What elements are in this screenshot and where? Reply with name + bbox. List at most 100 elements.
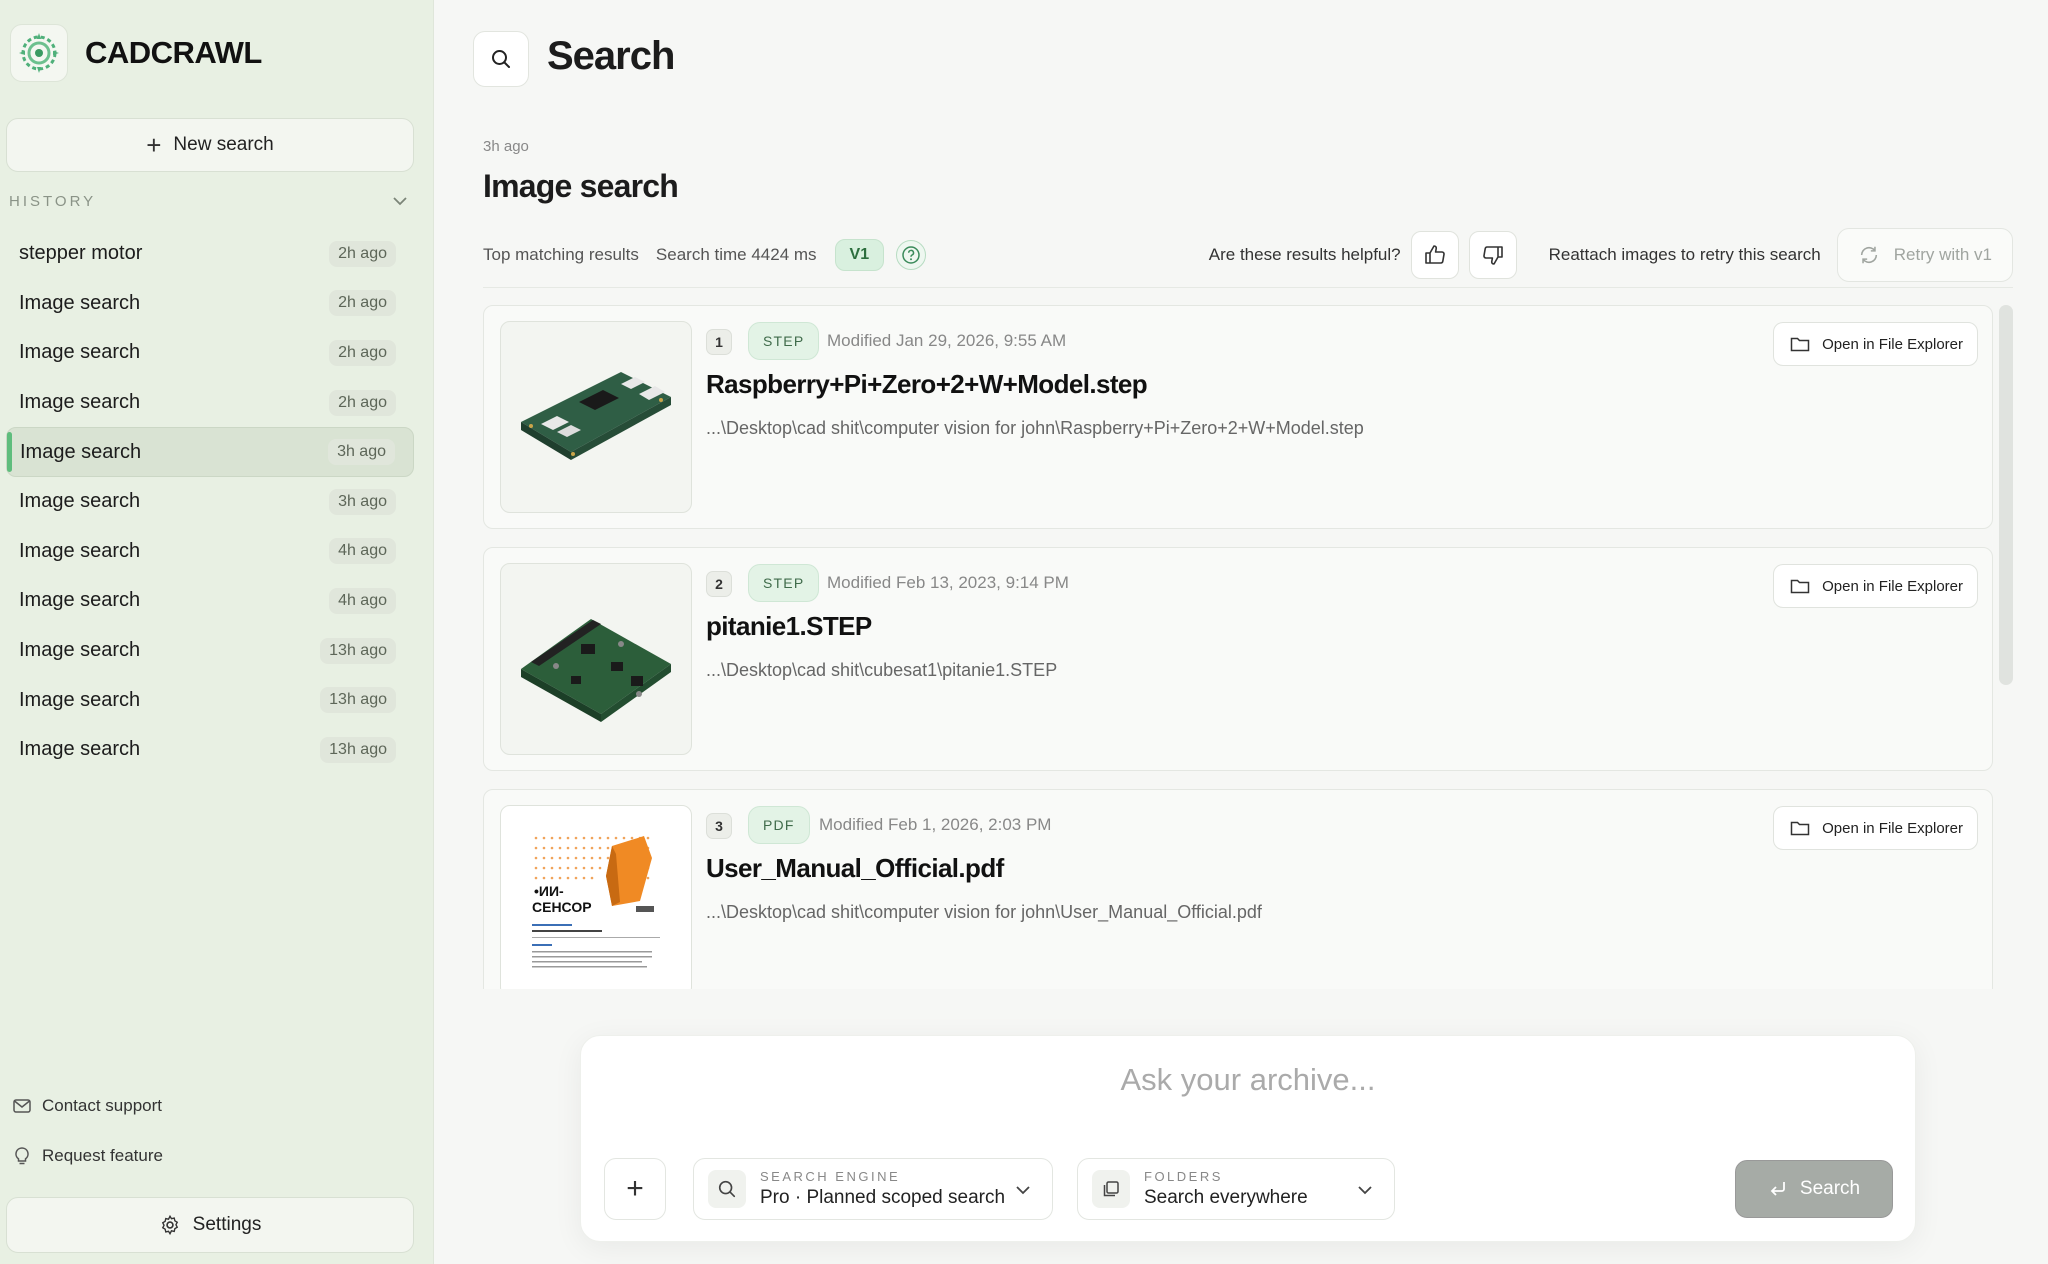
result-type-badge: PDF [748,806,810,844]
search-input[interactable] [581,1062,1915,1098]
brand[interactable]: CADCRAWL [10,24,262,82]
version-badge: V1 [834,239,885,271]
search-engine-text: SEARCH ENGINE Pro · Planned scoped searc… [760,1169,1005,1209]
folders-label: FOLDERS [1144,1169,1223,1184]
history-item[interactable]: Image search 13h ago [6,626,414,676]
history-item-label: Image search [19,589,141,612]
request-feature-label: Request feature [42,1146,163,1165]
history-item-time: 13h ago [320,637,396,664]
result-card[interactable]: •ИИ- СЕНСОР 3 PDF Modified Feb 1, 2026, … [483,789,1993,989]
result-rank: 2 [706,571,732,597]
open-in-explorer-label: Open in File Explorer [1822,577,1963,595]
plus-icon: + [146,129,162,160]
history-header[interactable]: HISTORY [9,192,409,210]
history-item[interactable]: Image search 13h ago [6,675,414,725]
help-button[interactable] [896,240,927,270]
history-item-time: 2h ago [329,240,396,267]
history-item-active[interactable]: Image search 3h ago [6,427,414,477]
search-icon [708,1170,746,1208]
history-item-time: 3h ago [328,439,395,466]
history-list: stepper motor 2h ago Image search 2h ago I… [6,229,414,775]
folder-icon [1790,579,1810,594]
history-item[interactable]: Image search 2h ago [6,328,414,378]
history-item-time: 13h ago [320,736,396,763]
result-type-badge: STEP [748,322,820,360]
app-name: CADCRAWL [85,35,262,70]
retry-label: Retry with v1 [1893,245,1992,264]
request-feature-link[interactable]: Request feature [12,1146,163,1166]
new-search-label: New search [173,134,274,155]
settings-button[interactable]: Settings [6,1197,414,1253]
results-scrollbar[interactable] [1999,305,2013,685]
history-item[interactable]: Image search 4h ago [6,576,414,626]
thumbs-down-icon [1482,246,1503,265]
divider [483,287,2013,288]
thumbnail-text: •ИИ- [534,883,564,899]
plus-icon: + [626,1172,644,1205]
open-in-explorer-button[interactable]: Open in File Explorer [1773,806,1978,850]
sidebar: CADCRAWL + New search HISTORY stepper mo… [0,0,434,1264]
result-path: ...\Desktop\cad shit\computer vision for… [706,902,1262,922]
folders-select[interactable]: FOLDERS Search everywhere [1077,1158,1395,1220]
search-composer: + SEARCH ENGINE Pro · Planned scoped sea… [580,1035,1916,1242]
folders-value: Search everywhere [1144,1187,1308,1208]
result-modified: Modified Jan 29, 2026, 9:55 AM [827,331,1067,350]
result-filename[interactable]: Raspberry+Pi+Zero+2+W+Model.step [706,369,1148,400]
history-item-time: 2h ago [329,389,396,416]
search-engine-select[interactable]: SEARCH ENGINE Pro · Planned scoped searc… [693,1158,1053,1220]
history-item-label: Image search [19,539,141,562]
help-icon [902,246,920,264]
result-card[interactable]: 1 STEP Modified Jan 29, 2026, 9:55 AM Ra… [483,305,1993,529]
history-item[interactable]: Image search 2h ago [6,279,414,329]
result-path: ...\Desktop\cad shit\computer vision for… [706,418,1364,438]
history-item[interactable]: Image search 4h ago [6,527,414,577]
chevron-down-icon [393,197,407,206]
gear-icon [161,1214,178,1236]
result-modified: Modified Feb 13, 2023, 9:14 PM [827,573,1069,592]
mail-icon [13,1099,31,1113]
history-item-label: Image search [19,341,141,364]
contact-support-link[interactable]: Contact support [12,1096,162,1116]
result-rank: 3 [706,813,732,839]
open-in-explorer-button[interactable]: Open in File Explorer [1773,322,1978,366]
result-card[interactable]: 2 STEP Modified Feb 13, 2023, 9:14 PM pi… [483,547,1993,771]
search-time: Search time 4424 ms [655,245,817,264]
header-search-button[interactable] [473,31,529,87]
history-item-label: Image search [19,639,141,662]
history-item-label: Image search [19,391,141,414]
thumbs-up-button[interactable] [1410,231,1459,279]
history-item[interactable]: Image search 2h ago [6,378,414,428]
open-in-explorer-button[interactable]: Open in File Explorer [1773,564,1978,608]
lightbulb-icon [15,1147,29,1165]
results-list: 1 STEP Modified Jan 29, 2026, 9:55 AM Ra… [483,305,1993,989]
history-item-label: Image search [19,738,141,761]
search-icon [492,50,510,68]
search-submit-button[interactable]: Search [1735,1160,1893,1218]
result-type-badge: STEP [748,564,820,602]
search-timestamp: 3h ago [483,138,529,155]
history-item[interactable]: Image search 13h ago [6,725,414,775]
helpful-question: Are these results helpful? [1208,245,1401,264]
result-filename[interactable]: User_Manual_Official.pdf [706,853,1004,884]
enter-icon [1770,1182,1785,1196]
thumbs-down-button[interactable] [1468,231,1517,279]
history-item-label: Image search [19,291,141,314]
result-thumbnail [500,563,692,755]
new-search-button[interactable]: + New search [6,118,414,172]
history-title: HISTORY [9,192,97,210]
retry-button[interactable]: Retry with v1 [1836,228,2013,282]
add-attachment-button[interactable]: + [604,1158,666,1220]
result-thumbnail: •ИИ- СЕНСОР [500,805,692,989]
search-submit-label: Search [1799,1178,1861,1199]
reattach-text: Reattach images to retry this search [1548,245,1821,264]
folders-text: FOLDERS Search everywhere [1144,1169,1308,1209]
history-item[interactable]: stepper motor 2h ago [6,229,414,279]
history-item-label: Image search [19,490,141,513]
thumbs-up-icon [1424,245,1445,264]
result-filename[interactable]: pitanie1.STEP [706,611,872,642]
history-item-time: 4h ago [329,587,396,614]
refresh-icon [1860,246,1877,264]
history-item[interactable]: Image search 3h ago [6,477,414,527]
result-path: ...\Desktop\cad shit\cubesat1\pitanie1.S… [706,660,1058,680]
search-engine-value: Pro · Planned scoped search [760,1187,1006,1208]
